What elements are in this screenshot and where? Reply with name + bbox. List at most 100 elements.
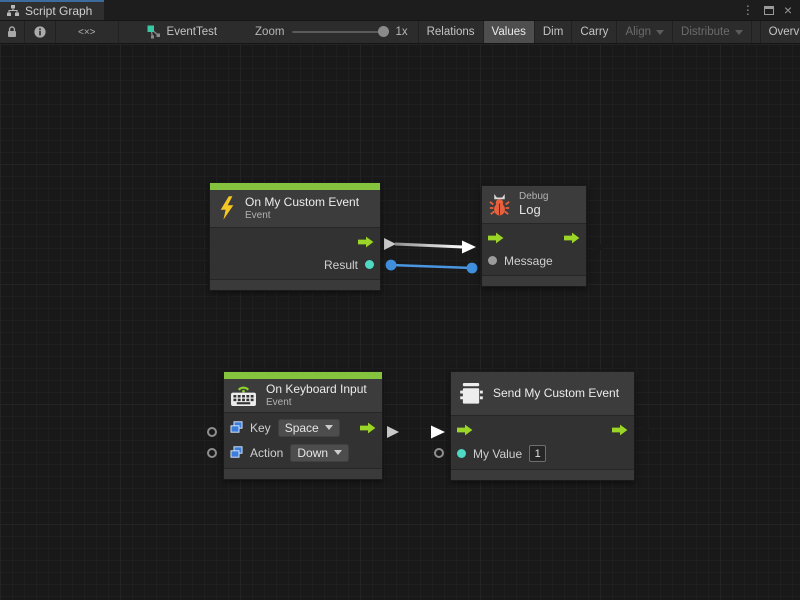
zoom-control: Zoom 1x <box>227 21 418 43</box>
keyboard-icon <box>230 384 257 407</box>
port-row: My Value <box>451 441 634 466</box>
tab-script-graph[interactable]: Script Graph <box>0 0 104 20</box>
connection-end-arrow <box>462 241 476 254</box>
distribute-button[interactable]: Distribute <box>673 21 752 43</box>
connection-start-arrow <box>384 238 396 250</box>
chevron-down-icon <box>735 30 743 35</box>
bug-icon <box>489 192 510 217</box>
graph-breadcrumb[interactable]: EventTest <box>133 21 228 43</box>
port-row <box>482 226 586 249</box>
value-output-port[interactable] <box>365 260 374 269</box>
zoom-slider[interactable] <box>292 31 387 33</box>
toolbar-right-group: Relations Values Dim Carry Align Distrib… <box>418 21 800 43</box>
port-row: Action Down <box>224 440 382 465</box>
node-header: Send My Custom Event <box>451 372 634 416</box>
unconnected-input-port[interactable] <box>207 448 217 458</box>
my-value-input[interactable] <box>529 445 546 462</box>
relations-button[interactable]: Relations <box>418 21 484 43</box>
overview-button[interactable]: Overview <box>761 21 800 43</box>
event-node-accent-bar <box>224 372 382 379</box>
node-title: Send My Custom Event <box>493 386 619 400</box>
variable-icon <box>230 421 243 434</box>
zoom-value: 1x <box>395 26 407 38</box>
window-controls: ⋮ × <box>742 0 800 20</box>
node-namespace: Debug <box>519 191 548 202</box>
align-button[interactable]: Align <box>617 21 673 43</box>
values-button[interactable]: Values <box>484 21 535 43</box>
control-output-port[interactable] <box>358 236 374 248</box>
chevron-down-icon <box>334 450 342 455</box>
node-header: Debug Log <box>482 186 586 224</box>
zoom-slider-handle[interactable] <box>378 26 389 37</box>
control-input-port[interactable] <box>457 424 473 436</box>
node-subtitle: Event <box>266 397 367 408</box>
node-debug-log[interactable]: Debug Log Message <box>481 185 587 287</box>
connection-start-arrow <box>387 426 399 438</box>
node-subtitle: Event <box>245 210 359 221</box>
node-on-keyboard-input[interactable]: On Keyboard Input Event Key Space <box>223 371 383 480</box>
port-row <box>451 418 634 441</box>
unity-window: Script Graph ⋮ × <×> EventTest Zoom 1x <box>0 0 800 600</box>
chevron-down-icon <box>325 425 333 430</box>
toolbar-gap <box>752 21 761 43</box>
code-icon: <×> <box>78 27 96 38</box>
maximize-icon[interactable] <box>764 6 774 15</box>
action-dropdown[interactable]: Down <box>290 444 349 462</box>
value-input-port[interactable] <box>488 256 497 265</box>
graph-toolbar: <×> EventTest Zoom 1x Relations Values D… <box>0 21 800 44</box>
control-input-port[interactable] <box>488 232 504 244</box>
node-body: My Value <box>451 416 634 469</box>
inspect-button[interactable] <box>25 21 56 43</box>
result-port-label: Result <box>324 258 358 272</box>
control-output-port[interactable] <box>564 232 580 244</box>
custom-event-icon <box>459 382 484 405</box>
node-body: Message <box>482 224 586 275</box>
window-menu-icon[interactable]: ⋮ <box>742 3 754 17</box>
control-connection <box>395 244 463 247</box>
node-body: Result <box>210 228 380 279</box>
control-output-port[interactable] <box>360 422 376 434</box>
carry-button[interactable]: Carry <box>572 21 617 43</box>
distribute-label: Distribute <box>681 26 730 38</box>
port-row: Result <box>210 253 380 276</box>
value-connection-endpoint <box>467 263 478 274</box>
tab-title: Script Graph <box>25 4 92 18</box>
graph-canvas[interactable]: On My Custom Event Event Result <box>0 44 800 600</box>
value-connection <box>391 265 472 268</box>
node-on-my-custom-event[interactable]: On My Custom Event Event Result <box>209 182 381 291</box>
tab-bar: Script Graph ⋮ × <box>0 0 800 21</box>
control-output-port[interactable] <box>612 424 628 436</box>
continuation-arrow-icon <box>642 425 653 439</box>
node-body: Key Space Action Down <box>224 413 382 468</box>
connection-end-arrow <box>431 426 445 439</box>
info-icon <box>34 26 46 38</box>
graph-name: EventTest <box>167 26 218 38</box>
value-input-port[interactable] <box>457 449 466 458</box>
key-port-label: Key <box>250 421 271 435</box>
port-row: Key Space <box>224 415 382 440</box>
node-footer <box>210 279 380 290</box>
action-dropdown-value: Down <box>297 446 328 460</box>
message-port-label: Message <box>504 254 553 268</box>
unconnected-input-port[interactable] <box>434 448 444 458</box>
lock-icon <box>6 26 18 38</box>
node-send-my-custom-event[interactable]: Send My Custom Event My Value <box>450 371 635 481</box>
align-label: Align <box>625 26 651 38</box>
connections-layer <box>0 44 800 600</box>
zoom-label: Zoom <box>255 26 284 38</box>
preview-code-button[interactable]: <×> <box>56 21 119 43</box>
action-port-label: Action <box>250 446 283 460</box>
variable-icon <box>230 446 243 459</box>
node-title: Log <box>519 202 548 217</box>
lock-button[interactable] <box>0 21 25 43</box>
key-dropdown[interactable]: Space <box>278 419 340 437</box>
node-title: On Keyboard Input <box>266 382 367 396</box>
my-value-port-label: My Value <box>473 447 522 461</box>
close-icon[interactable]: × <box>784 3 792 17</box>
lightning-bolt-icon <box>218 196 236 220</box>
value-connection-endpoint <box>386 260 397 271</box>
dim-button[interactable]: Dim <box>535 21 572 43</box>
continuation-arrow-icon <box>594 240 605 254</box>
unconnected-input-port[interactable] <box>207 427 217 437</box>
chevron-down-icon <box>656 30 664 35</box>
